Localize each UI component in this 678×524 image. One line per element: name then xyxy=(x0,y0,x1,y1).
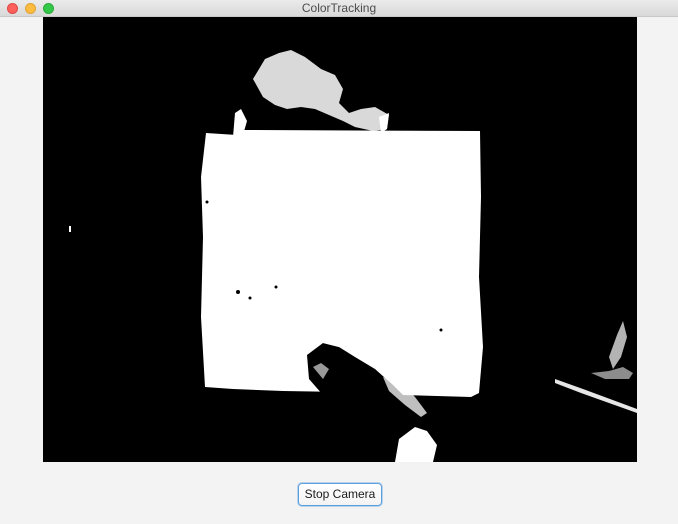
title-bar: ColorTracking xyxy=(0,0,678,17)
stop-camera-button[interactable]: Stop Camera xyxy=(298,483,382,506)
window-title: ColorTracking xyxy=(301,1,377,15)
camera-feed-view xyxy=(43,17,637,462)
thresholded-camera-image xyxy=(43,17,637,462)
app-window: ColorTracking Stop Camera xyxy=(0,0,678,524)
